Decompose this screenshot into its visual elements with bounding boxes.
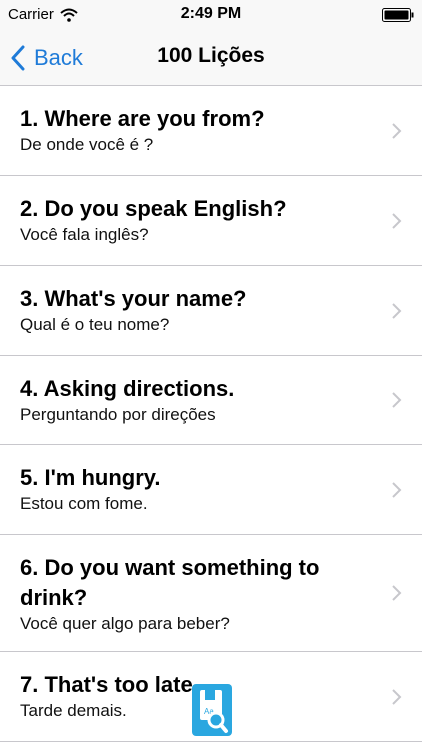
- lesson-row-2[interactable]: 2. Do you speak English? Você fala inglê…: [0, 176, 422, 266]
- lesson-row-4[interactable]: 4. Asking directions. Perguntando por di…: [0, 356, 422, 445]
- chevron-right-icon: [392, 212, 402, 229]
- lesson-subtitle: Tarde demais.: [20, 701, 127, 720]
- lesson-title: 4. Asking directions.: [20, 376, 235, 401]
- chevron-right-icon: [392, 481, 402, 498]
- dictionary-search-icon: Aa: [200, 690, 228, 733]
- lesson-subtitle: Você fala inglês?: [20, 225, 149, 244]
- lesson-title: 1. Where are you from?: [20, 106, 265, 131]
- navigation-bar: Back 100 Lições: [0, 30, 422, 86]
- lesson-row-5[interactable]: 5. I'm hungry. Estou com fome.: [0, 445, 422, 535]
- lesson-row-6[interactable]: 6. Do you want something to drink? Você …: [0, 535, 422, 652]
- chevron-right-icon: [392, 302, 402, 319]
- lesson-title: 7. That's too late.: [20, 672, 199, 697]
- lesson-subtitle: Perguntando por direções: [20, 405, 216, 424]
- lesson-subtitle: De onde você é ?: [20, 135, 154, 154]
- battery-icon: [382, 8, 414, 22]
- lesson-row-3[interactable]: 3. What's your name? Qual é o teu nome?: [0, 266, 422, 356]
- chevron-right-icon: [392, 688, 402, 705]
- lesson-subtitle: Qual é o teu nome?: [20, 315, 170, 334]
- dictionary-search-button[interactable]: Aa: [192, 684, 232, 736]
- lesson-subtitle: Você quer algo para beber?: [20, 614, 230, 633]
- lesson-title: 2. Do you speak English?: [20, 196, 287, 221]
- status-time: 2:49 PM: [180, 5, 242, 22]
- lesson-row-1[interactable]: 1. Where are you from? De onde você é ?: [0, 86, 422, 176]
- chevron-right-icon: [392, 122, 402, 139]
- status-bar: Carrier 2:49 PM: [0, 0, 422, 30]
- lesson-list: 1. Where are you from? De onde você é ? …: [0, 86, 422, 742]
- lesson-title: 3. What's your name?: [20, 286, 247, 311]
- chevron-right-icon: [392, 392, 402, 408]
- lesson-title: 6. Do you want something to drink?: [20, 555, 320, 610]
- page-title: 100 Lições: [157, 44, 265, 67]
- lesson-title: 5. I'm hungry.: [20, 465, 161, 490]
- chevron-right-icon: [392, 585, 402, 601]
- lesson-subtitle: Estou com fome.: [20, 494, 148, 513]
